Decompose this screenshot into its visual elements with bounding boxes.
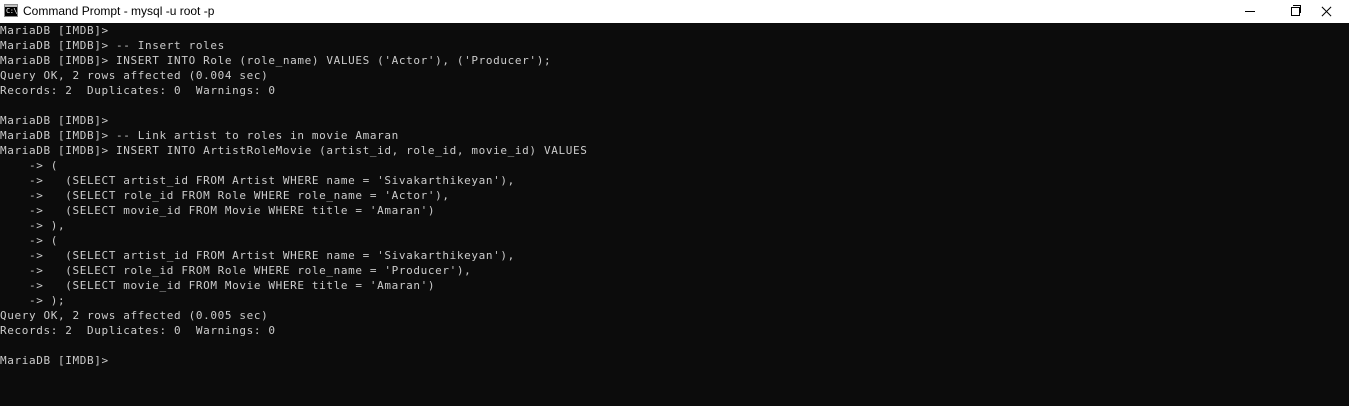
console-line: Query OK, 2 rows affected (0.004 sec) — [0, 69, 269, 82]
command-prompt-window: C:\ Command Prompt - mysql -u root -p Ma… — [0, 0, 1349, 406]
cmd-app-icon[interactable]: C:\ — [4, 4, 18, 17]
console-line: -> ); — [0, 294, 66, 307]
console-output[interactable]: MariaDB [IMDB]> MariaDB [IMDB]> -- Inser… — [0, 23, 1349, 406]
console-line: -> (SELECT movie_id FROM Movie WHERE tit… — [0, 204, 436, 217]
console-line: -> (SELECT role_id FROM Role WHERE role_… — [0, 264, 472, 277]
console-line: -> (SELECT artist_id FROM Artist WHERE n… — [0, 174, 515, 187]
console-line: MariaDB [IMDB]> — [0, 24, 109, 37]
console-line: Records: 2 Duplicates: 0 Warnings: 0 — [0, 84, 276, 97]
console-line: MariaDB [IMDB]> -- Link artist to roles … — [0, 129, 399, 142]
console-line: MariaDB [IMDB]> — [0, 114, 109, 127]
console-prompt-line[interactable]: MariaDB [IMDB]> — [0, 353, 109, 368]
cmd-icon-glyph: C:\ — [6, 7, 18, 15]
console-line: -> ), — [0, 219, 66, 232]
console-line: MariaDB [IMDB]> INSERT INTO Role (role_n… — [0, 54, 552, 67]
console-line: -> ( — [0, 159, 59, 172]
title-bar[interactable]: C:\ Command Prompt - mysql -u root -p — [0, 0, 1349, 23]
restore-icon — [1291, 7, 1300, 16]
console-line: MariaDB [IMDB]> -- Insert roles — [0, 39, 225, 52]
close-button[interactable] — [1303, 0, 1349, 23]
console-line: -> (SELECT role_id FROM Role WHERE role_… — [0, 189, 450, 202]
console-line: Query OK, 2 rows affected (0.005 sec) — [0, 309, 269, 322]
console-line: Records: 2 Duplicates: 0 Warnings: 0 — [0, 324, 276, 337]
console-line: MariaDB [IMDB]> INSERT INTO ArtistRoleMo… — [0, 144, 588, 157]
minimize-icon — [1245, 11, 1255, 12]
console-line: -> (SELECT artist_id FROM Artist WHERE n… — [0, 249, 515, 262]
window-title: Command Prompt - mysql -u root -p — [23, 4, 215, 18]
console-line: -> (SELECT movie_id FROM Movie WHERE tit… — [0, 279, 436, 292]
console-line: -> ( — [0, 234, 59, 247]
minimize-button[interactable] — [1227, 0, 1273, 23]
